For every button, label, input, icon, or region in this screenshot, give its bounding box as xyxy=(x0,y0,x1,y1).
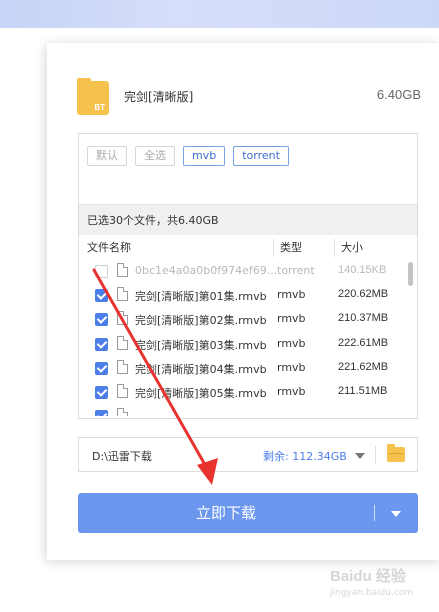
row-file-size: 221.62MB xyxy=(338,360,389,373)
row-file-name: 完剑[清晰版]第05集.rmvb xyxy=(135,386,267,400)
row-checkbox[interactable] xyxy=(95,313,108,327)
row-file-name: 完剑[清晰版]第04集.rmvb xyxy=(135,362,267,376)
file-title: 完剑[清晰版] xyxy=(124,90,194,104)
save-path-text: D:\迅雷下载 xyxy=(92,450,152,463)
row-file-type: torrent xyxy=(277,264,315,277)
new-download-dialog: BT 完剑[清晰版] 6.40GB 默认 全选 mvb torrent 已选30… xyxy=(47,43,439,560)
background-window-header xyxy=(0,0,439,28)
column-name-header[interactable]: 文件名称 xyxy=(87,237,131,259)
download-button-label: 立即下载 xyxy=(195,504,256,522)
file-icon xyxy=(117,408,128,416)
row-file-name: 完剑[清晰版]第02集.rmvb xyxy=(135,314,267,328)
row-checkbox[interactable] xyxy=(95,289,108,303)
browse-folder-icon[interactable] xyxy=(387,444,405,462)
total-size: 6.40GB xyxy=(376,87,421,102)
file-header: BT 完剑[清晰版] 6.40GB xyxy=(77,78,421,117)
list-scrollbar[interactable] xyxy=(408,262,413,286)
file-rows: 0bc1e4a0a0b0f974ef69... torrent 140.15KB… xyxy=(79,260,401,416)
table-row[interactable]: 0bc1e4a0a0b0f974ef69... torrent 140.15KB xyxy=(79,260,401,284)
row-file-type: rmvb xyxy=(277,312,306,326)
file-icon xyxy=(117,335,128,350)
row-file-type: rmvb xyxy=(277,288,306,302)
file-icon xyxy=(117,383,128,398)
save-path-field[interactable]: D:\迅雷下载 剩余: 112.34GB xyxy=(78,437,418,472)
download-now-button[interactable]: 立即下载 xyxy=(78,493,418,533)
row-checkbox[interactable] xyxy=(95,361,108,375)
file-icon xyxy=(117,359,128,374)
row-file-size: 210.37MB xyxy=(338,312,389,325)
filter-torrent-chip[interactable]: torrent xyxy=(233,146,289,166)
table-header: 文件名称 类型 大小 xyxy=(79,237,417,259)
row-file-size: 220.62MB xyxy=(338,288,389,301)
row-file-type: rmvb xyxy=(277,336,306,350)
table-row[interactable]: 完剑[清晰版]第03集.rmvb rmvb 222.61MB xyxy=(79,333,401,357)
button-divider xyxy=(374,505,375,521)
column-type-header[interactable]: 类型 xyxy=(273,237,302,259)
watermark-url: jingyan.baidu.com xyxy=(330,588,414,598)
table-row[interactable]: 完剑[清晰版]第02集.rmvb rmvb 210.37MB xyxy=(79,308,401,332)
file-list-panel: 默认 全选 mvb torrent 已选30个文件，共6.40GB 文件名称 类… xyxy=(78,133,418,419)
filter-default-chip[interactable]: 默认 xyxy=(87,146,127,166)
row-file-type: rmvb xyxy=(277,384,306,398)
row-checkbox[interactable] xyxy=(95,385,108,399)
table-row[interactable]: 完剑[清晰版]第01集.rmvb rmvb 220.62MB xyxy=(79,284,401,308)
row-checkbox[interactable] xyxy=(95,265,108,278)
selection-summary: 已选30个文件，共6.40GB xyxy=(79,204,417,235)
file-icon xyxy=(117,287,128,302)
row-checkbox[interactable] xyxy=(95,410,108,416)
row-file-size: 222.61MB xyxy=(338,336,389,349)
row-file-name: 0bc1e4a0a0b0f974ef69... xyxy=(135,264,277,277)
table-row[interactable] xyxy=(79,405,401,416)
row-file-size: 211.51MB xyxy=(338,384,388,397)
file-icon xyxy=(117,311,128,326)
path-divider xyxy=(375,446,376,464)
table-row[interactable]: 完剑[清晰版]第05集.rmvb rmvb 211.51MB xyxy=(79,381,401,405)
table-row[interactable]: 完剑[清晰版]第04集.rmvb rmvb 221.62MB xyxy=(79,357,401,381)
row-checkbox[interactable] xyxy=(95,337,108,351)
filter-select-all-chip[interactable]: 全选 xyxy=(135,146,175,166)
download-options-dropdown-icon[interactable] xyxy=(391,511,401,517)
row-file-type: rmvb xyxy=(277,360,306,374)
filter-mvb-chip[interactable]: mvb xyxy=(183,146,226,166)
row-file-size: 140.15KB xyxy=(338,264,387,276)
bt-file-icon: BT xyxy=(77,78,109,115)
column-size-header[interactable]: 大小 xyxy=(334,237,363,259)
row-file-name: 完剑[清晰版]第01集.rmvb xyxy=(135,290,267,304)
free-space-label: 剩余: 112.34GB xyxy=(263,450,347,463)
file-icon xyxy=(117,263,128,277)
watermark-logo: Baidu 经验 xyxy=(330,568,406,585)
row-file-name: 完剑[清晰版]第03集.rmvb xyxy=(135,338,267,352)
path-dropdown-icon[interactable] xyxy=(355,453,365,459)
filter-chips: 默认 全选 mvb torrent xyxy=(87,146,289,166)
